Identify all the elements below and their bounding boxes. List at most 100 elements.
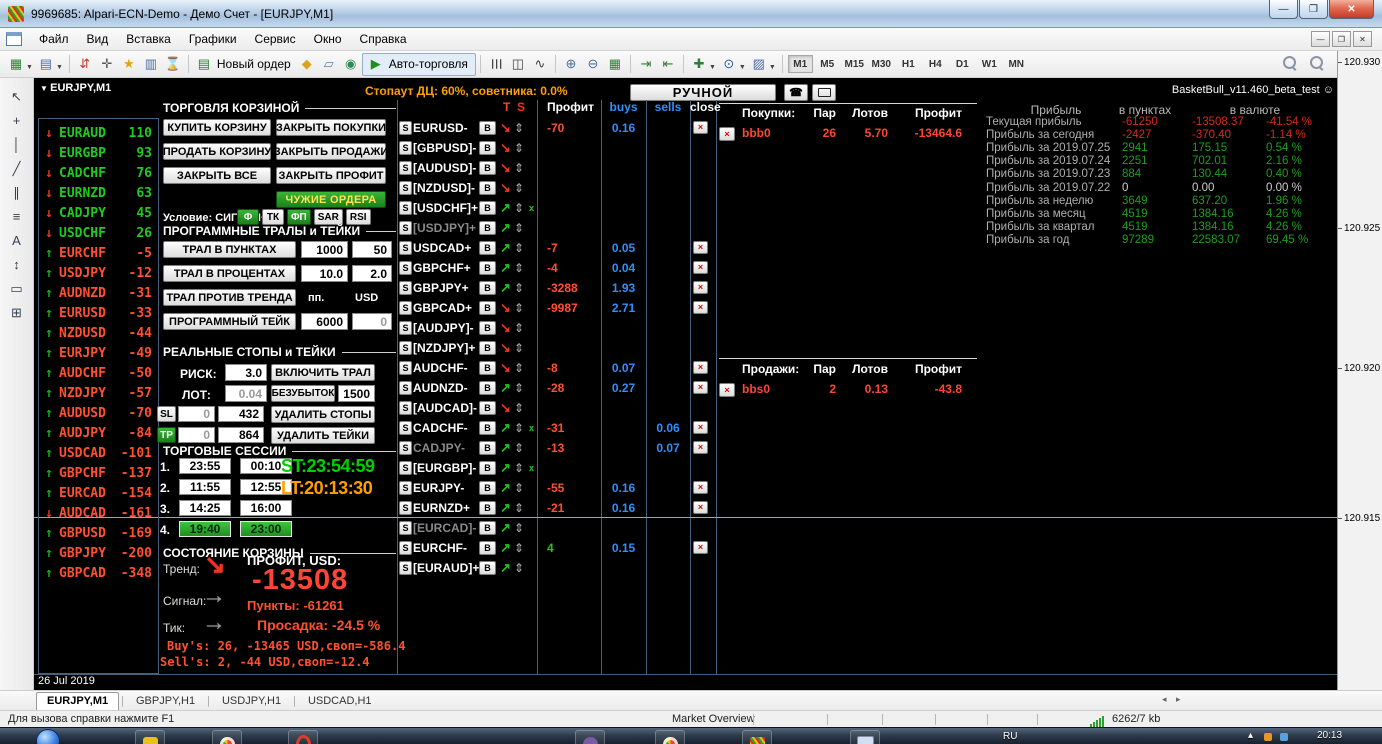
dropdown-caret-icon[interactable]: ▼ — [26, 64, 33, 71]
taskbar-app-explorer[interactable] — [135, 730, 165, 744]
close-pair-button[interactable]: × — [693, 301, 708, 314]
close-pair-button[interactable]: × — [693, 441, 708, 454]
sell-pair-button[interactable]: S — [399, 541, 412, 555]
dropdown-caret-icon[interactable]: ▼ — [709, 64, 716, 71]
menu-item-Сервис[interactable]: Сервис — [246, 29, 305, 49]
candlestick-icon[interactable]: ◫ — [508, 54, 528, 74]
buy-pair-button[interactable]: B — [479, 501, 496, 515]
sell-pair-button[interactable]: S — [399, 281, 412, 295]
close-buys-button[interactable]: ЗАКРЫТЬ ПОКУПКИ — [276, 119, 386, 136]
session-to-field[interactable]: 23:00 — [240, 521, 292, 537]
session-to-field[interactable]: 16:00 — [240, 500, 292, 516]
risk-field[interactable]: 3.0 — [225, 364, 267, 381]
tp-button[interactable]: ТР — [157, 427, 176, 443]
session-from-field[interactable]: 11:55 — [179, 479, 231, 495]
maximize-button[interactable]: ❐ — [1299, 0, 1328, 19]
timeframe-M30[interactable]: M30 — [869, 55, 894, 73]
timeframe-H4[interactable]: H4 — [923, 55, 948, 73]
search-public-icon[interactable] — [1310, 56, 1323, 69]
buy-pair-button[interactable]: B — [479, 521, 496, 535]
tab-GBPJPY,H1[interactable]: GBPJPY,H1 — [126, 693, 205, 710]
profiles-icon[interactable]: ▤ — [36, 54, 56, 74]
buy-pair-button[interactable]: B — [479, 361, 496, 375]
trendline-icon[interactable]: ╱ — [5, 157, 29, 180]
buy-pair-button[interactable]: B — [479, 141, 496, 155]
tab-EURJPY,M1[interactable]: EURJPY,M1 — [36, 692, 119, 710]
close-pair-button[interactable]: × — [693, 481, 708, 494]
trail-field-1-0[interactable]: 1000 — [301, 241, 348, 258]
strategy-tester-icon[interactable]: ⌛ — [163, 54, 183, 74]
tp-field-1[interactable]: 0 — [178, 427, 215, 443]
taskbar-app-chrome[interactable] — [655, 730, 685, 744]
dropdown-caret-icon[interactable]: ▼ — [56, 64, 63, 71]
bar-chart-icon[interactable]: ☰ — [486, 54, 506, 74]
sell-pair-button[interactable]: S — [399, 521, 412, 535]
mode-button[interactable]: РУЧНОЙ — [630, 84, 776, 101]
templates-icon[interactable]: ▨ — [749, 54, 769, 74]
trail-button-3[interactable]: ПРОГРАММНЫЙ ТЕЙК — [163, 313, 296, 330]
menu-item-Вид[interactable]: Вид — [78, 29, 118, 49]
buy-pair-button[interactable]: B — [479, 341, 496, 355]
sell-pair-button[interactable]: S — [399, 201, 412, 215]
delete-takes-button[interactable]: УДАЛИТЬ ТЕЙКИ — [271, 427, 375, 444]
taskbar-app-opera[interactable] — [288, 730, 318, 744]
new-chart-icon[interactable]: ▦ — [6, 54, 26, 74]
buy-pair-button[interactable]: B — [479, 561, 496, 575]
session-from-field[interactable]: 23:55 — [179, 458, 231, 474]
mdi-minimize-button[interactable]: — — [1311, 31, 1330, 47]
buy-pair-button[interactable]: B — [479, 421, 496, 435]
sell-pair-button[interactable]: S — [399, 501, 412, 515]
cursor-icon[interactable]: ↖ — [5, 85, 29, 108]
close-pair-button[interactable]: × — [693, 421, 708, 434]
menu-item-Файл[interactable]: Файл — [30, 29, 78, 49]
buy-pair-button[interactable]: B — [479, 221, 496, 235]
sell-pair-button[interactable]: S — [399, 381, 412, 395]
mdi-restore-button[interactable]: ❐ — [1332, 31, 1351, 47]
alerts-icon[interactable]: ◉ — [341, 54, 361, 74]
vertical-line-icon[interactable]: │ — [5, 133, 29, 156]
crosshair-icon[interactable]: + — [5, 109, 29, 132]
buy-pair-button[interactable]: B — [479, 381, 496, 395]
indicator-list-icon[interactable]: ⊞ — [5, 301, 29, 324]
session-from-field[interactable]: 14:25 — [179, 500, 231, 516]
condition-button-SAR[interactable]: SAR — [314, 209, 343, 225]
shapes-icon[interactable]: ▭ — [5, 277, 29, 300]
sl-field-2[interactable]: 432 — [218, 406, 264, 422]
condition-button-Ф[interactable]: Ф — [237, 209, 259, 225]
timeframe-W1[interactable]: W1 — [977, 55, 1002, 73]
taskbar-app-mt4[interactable] — [742, 730, 772, 744]
data-window-icon[interactable]: ▥ — [141, 54, 161, 74]
close-profit-button[interactable]: ЗАКРЫТЬ ПРОФИТ — [276, 167, 386, 184]
auto-trading-button[interactable]: ▶Авто-торговля — [362, 53, 476, 76]
buy-pair-button[interactable]: B — [479, 481, 496, 495]
sell-pair-button[interactable]: S — [399, 441, 412, 455]
trail-field-1-3[interactable]: 6000 — [301, 313, 348, 330]
close-all-button[interactable]: ЗАКРЫТЬ ВСЕ — [163, 167, 271, 184]
trail-field-1-1[interactable]: 10.0 — [301, 265, 348, 282]
chart-symbol-label[interactable]: ▼ EURJPY,M1 — [40, 82, 111, 94]
expert-advisors-icon[interactable]: ◆ — [297, 54, 317, 74]
menu-item-Вставка[interactable]: Вставка — [117, 29, 180, 49]
condition-button-RSI[interactable]: RSI — [346, 209, 371, 225]
breakeven-field[interactable]: 1500 — [338, 385, 375, 402]
buy-pair-button[interactable]: B — [479, 201, 496, 215]
buy-pair-button[interactable]: B — [479, 121, 496, 135]
new-order-button[interactable]: ▤Новый ордер — [193, 54, 296, 74]
buy-pair-button[interactable]: B — [479, 241, 496, 255]
sell-pair-button[interactable]: S — [399, 141, 412, 155]
close-sells-button[interactable]: ЗАКРЫТЬ ПРОДАЖИ — [276, 143, 386, 160]
equidistant-channel-icon[interactable]: ∥ — [5, 181, 29, 204]
condition-button-ТК[interactable]: ТК — [262, 209, 284, 225]
close-pair-button[interactable]: × — [693, 281, 708, 294]
close-pair-button[interactable]: × — [693, 121, 708, 134]
close-pair-button[interactable]: × — [693, 501, 708, 514]
trail-field-2-1[interactable]: 2.0 — [352, 265, 392, 282]
session-from-field[interactable]: 19:40 — [179, 521, 231, 537]
close-button[interactable]: ✕ — [1329, 0, 1374, 19]
sells-table-close-button[interactable]: × — [719, 383, 735, 397]
trail-field-2-3[interactable]: 0 — [352, 313, 392, 330]
timeframe-MN[interactable]: MN — [1004, 55, 1029, 73]
timeframe-M1[interactable]: M1 — [788, 55, 813, 73]
close-pair-button[interactable]: × — [693, 241, 708, 254]
navigator-icon[interactable]: ✛ — [97, 54, 117, 74]
